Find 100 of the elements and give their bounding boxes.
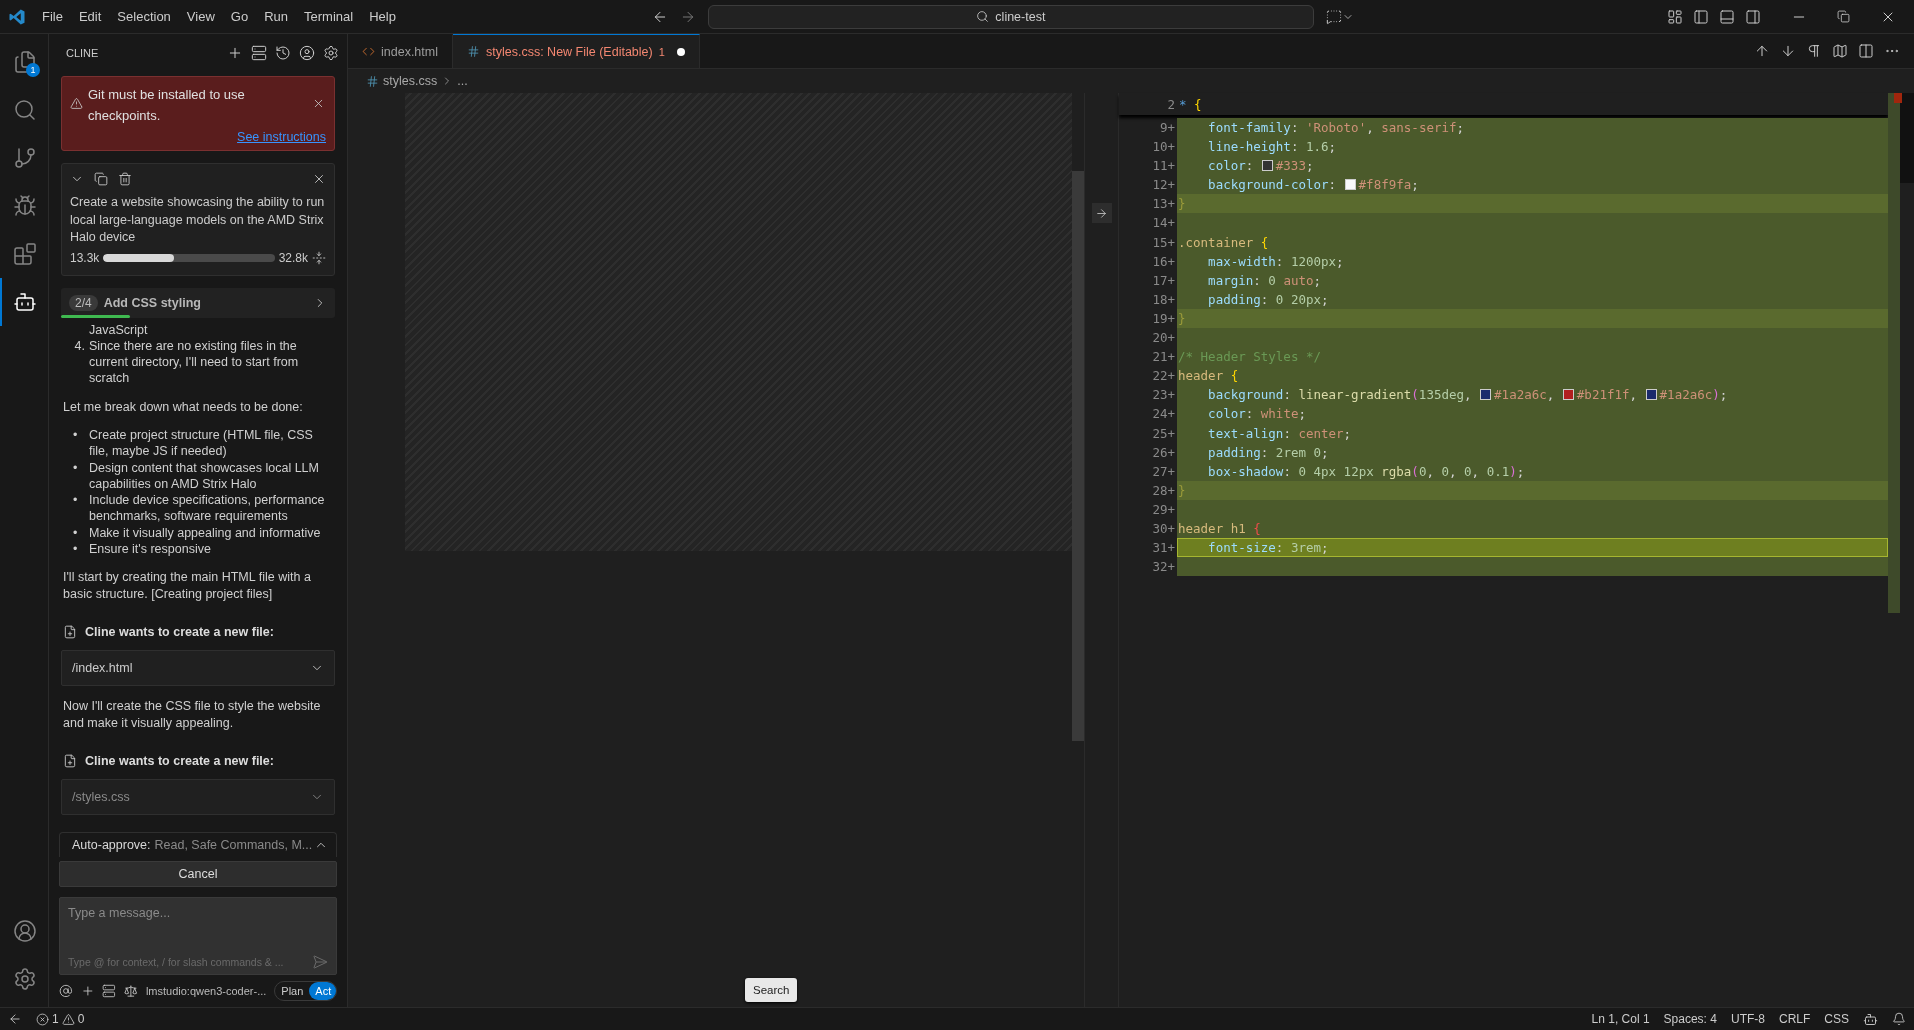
settings-icon[interactable] xyxy=(323,45,339,61)
breadcrumb-item[interactable]: styles.css xyxy=(383,74,438,88)
line-number: 18+ xyxy=(1151,290,1176,309)
token-limit: 32.8k xyxy=(278,250,308,265)
line-number: 17+ xyxy=(1151,271,1176,290)
compress-icon[interactable] xyxy=(312,250,326,265)
restore-icon[interactable] xyxy=(1837,10,1850,23)
problems-status[interactable]: 1 0 xyxy=(36,1012,85,1026)
menu-item[interactable]: Run xyxy=(256,0,296,33)
bullet-marker: • xyxy=(73,459,79,477)
code-line: * { xyxy=(1178,96,1202,112)
logo-icon xyxy=(8,7,26,26)
mode-toggle[interactable]: Plan xyxy=(275,982,310,1000)
bullet-text: Create project structure (HTML file, CSS file, maybe JS if needed) xyxy=(89,427,314,460)
panel-left-icon[interactable] xyxy=(1693,8,1709,25)
bell-icon[interactable] xyxy=(1892,1012,1906,1026)
cancel-button[interactable]: Cancel xyxy=(59,861,337,887)
status-item[interactable]: CRLF xyxy=(1778,1012,1811,1026)
step-header[interactable]: 2/4 Add CSS styling xyxy=(61,287,335,318)
list-number: 4. xyxy=(73,337,86,355)
files-icon xyxy=(13,50,37,74)
list-text: Since there are no existing files in the current directory, I'll need to start from scratch xyxy=(89,337,300,387)
breadcrumb-item[interactable]: ... xyxy=(457,74,468,88)
status-item[interactable]: CSS xyxy=(1824,1012,1849,1026)
status-item[interactable]: Ln 1, Col 1 xyxy=(1591,1012,1650,1026)
history-icon[interactable] xyxy=(275,45,291,61)
close-icon[interactable] xyxy=(312,172,326,186)
plus-icon[interactable] xyxy=(227,45,243,61)
robot-icon xyxy=(13,290,37,314)
map-icon[interactable] xyxy=(1832,43,1848,59)
command-center[interactable]: cline-test xyxy=(707,4,1314,29)
warning-icon xyxy=(61,1012,75,1026)
bullet-text: Include device specifications, performance benchmarks, software requirements xyxy=(89,492,326,525)
pilcrow-icon[interactable] xyxy=(1806,43,1822,59)
bullet-text: Make it visually appealing and informative xyxy=(89,524,321,542)
menu-item[interactable]: Go xyxy=(222,0,257,33)
status-item[interactable]: Spaces: 4 xyxy=(1663,1012,1717,1026)
line-number: 24+ xyxy=(1151,405,1176,424)
mode-toggle[interactable]: Act xyxy=(309,982,336,1000)
problem-count: 1 xyxy=(658,45,665,58)
blocks-icon xyxy=(13,242,37,266)
bullet-marker: • xyxy=(73,492,79,510)
file-path-row[interactable]: /styles.css xyxy=(61,779,335,816)
line-number: 27+ xyxy=(1151,462,1176,481)
line-number: 28+ xyxy=(1151,481,1176,500)
close-icon[interactable] xyxy=(312,97,325,110)
menu-item[interactable]: View xyxy=(178,0,223,33)
line-number: 19+ xyxy=(1151,309,1176,328)
copy-icon[interactable] xyxy=(94,172,108,186)
layout-icon[interactable] xyxy=(1667,8,1683,25)
scrollbar[interactable] xyxy=(1072,171,1084,741)
scrollbar[interactable] xyxy=(1900,93,1914,183)
scale-icon[interactable] xyxy=(124,984,138,998)
count-badge: 1 xyxy=(26,63,40,77)
menu-item[interactable]: Help xyxy=(361,0,404,33)
new-file-icon xyxy=(63,625,77,640)
stack-icon[interactable] xyxy=(102,984,117,998)
account-icon[interactable] xyxy=(13,919,37,943)
line-number: 14+ xyxy=(1151,214,1176,233)
plus-icon[interactable] xyxy=(80,984,95,998)
trash-icon[interactable] xyxy=(118,172,132,186)
instructions-link[interactable]: See instructions xyxy=(237,130,326,144)
panel-bottom-icon[interactable] xyxy=(1719,8,1735,25)
new-file-icon xyxy=(63,754,77,768)
file-path-row[interactable]: /index.html xyxy=(61,650,335,687)
message-input[interactable]: Type a message... xyxy=(68,906,328,920)
line-number: 16+ xyxy=(1151,252,1176,271)
model-selector[interactable]: lmstudio:qwen3-coder-... xyxy=(145,985,267,997)
line-number: 22+ xyxy=(1151,367,1176,386)
line-number: 32+ xyxy=(1151,558,1176,577)
line-number: 26+ xyxy=(1151,443,1176,462)
arrow-icon xyxy=(1095,206,1108,220)
task-text: Create a website showcasing the ability to run local large-language models on the AMD Strix Halo device xyxy=(70,194,326,246)
line-number: 10+ xyxy=(1151,138,1176,157)
message-text: Let me break down what needs to be done: xyxy=(63,398,304,415)
code-icon xyxy=(362,45,375,58)
settings-icon[interactable] xyxy=(13,967,37,991)
menu-item[interactable]: Edit xyxy=(70,0,110,33)
tool-title: Cline wants to create a new file: xyxy=(85,752,274,770)
branch-icon xyxy=(13,146,37,170)
at-icon[interactable] xyxy=(59,984,73,998)
line-number: 30+ xyxy=(1151,519,1176,538)
menu-item[interactable]: Terminal xyxy=(296,0,362,33)
activity-item[interactable]: 1 xyxy=(0,38,48,86)
split-icon[interactable] xyxy=(1858,43,1874,59)
tooltip: Search xyxy=(745,978,798,1002)
list-text: JavaScript xyxy=(88,321,149,338)
error-marker xyxy=(1894,93,1902,103)
search-icon xyxy=(13,98,37,122)
menu-item[interactable]: File xyxy=(34,0,71,33)
editor-tab[interactable]: styles.css: New File (Editable) 1 xyxy=(453,34,700,68)
line-number: 21+ xyxy=(1151,348,1176,367)
message-text: Now I'll create the CSS file to style the website and make it visually appealing. xyxy=(63,698,322,731)
line-number: 15+ xyxy=(1151,233,1176,252)
account-icon[interactable] xyxy=(299,45,315,61)
menu-item[interactable]: Selection xyxy=(109,0,179,33)
panel-right-icon[interactable] xyxy=(1745,8,1761,25)
auto-approve-bar[interactable]: Auto-approve: Read, Safe Commands, M... xyxy=(59,832,337,857)
stack-icon[interactable] xyxy=(251,45,267,61)
status-item[interactable]: UTF-8 xyxy=(1730,1012,1765,1026)
